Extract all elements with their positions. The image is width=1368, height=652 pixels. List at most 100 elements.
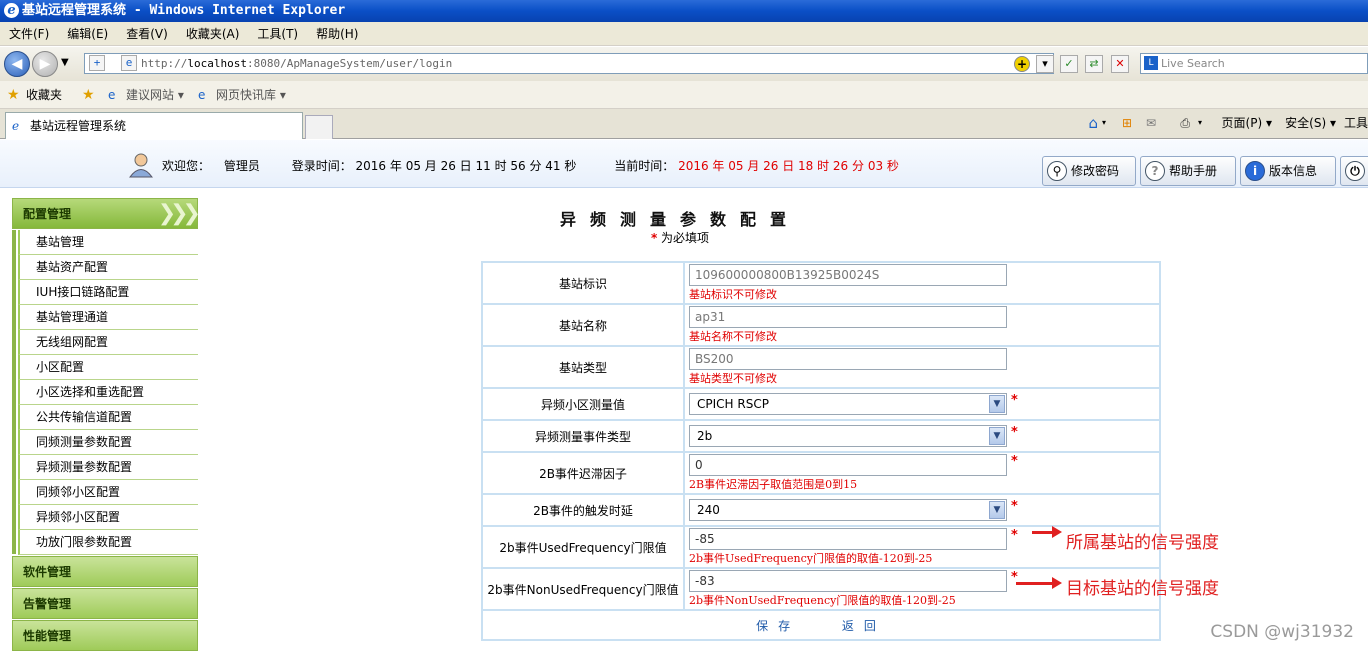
sidebar-section-alarm[interactable]: 告警管理 (12, 588, 198, 619)
history-dropdown-icon[interactable]: ▼ (61, 57, 69, 68)
rss-check-icon[interactable]: ✓ (1060, 55, 1078, 73)
mail-icon[interactable]: ✉ (1146, 109, 1156, 137)
field-label: 基站标识 (481, 261, 685, 305)
sidebar-section-software[interactable]: 软件管理 (12, 556, 198, 587)
measure-quantity-select[interactable]: CPICH RSCP ▼ (689, 393, 1007, 415)
home-icon[interactable]: ⌂ (1088, 109, 1098, 137)
welcome-label: 欢迎您： (162, 159, 211, 173)
window-title: 基站远程管理系统 - Windows Internet Explorer (22, 3, 346, 18)
feeds-icon[interactable]: ⊞ (1122, 109, 1132, 137)
sidebar-item[interactable]: 公共传输信道配置 (18, 405, 198, 430)
sidebar-item[interactable]: 同频邻小区配置 (18, 480, 198, 505)
field-label: 2b事件NonUsedFrequency门限值 (481, 567, 685, 611)
favorites-bar: ★ 收藏夹 ★ e 建议网站 ▾ e 网页快讯库 ▾ (0, 81, 1368, 109)
nonused-threshold-input[interactable]: -83 (689, 570, 1007, 592)
ie-tab-icon: e (12, 119, 20, 133)
annotation-used: 所属基站的信号强度 (1066, 533, 1219, 553)
trigger-time-select[interactable]: 240 ▼ (689, 499, 1007, 521)
menu-view[interactable]: 查看(V) (117, 22, 177, 46)
favorites-button[interactable]: 收藏夹 (26, 81, 62, 109)
user-avatar-icon (129, 153, 153, 178)
required-star: * (1011, 528, 1018, 543)
menu-edit[interactable]: 编辑(E) (58, 22, 117, 46)
suggested-sites-link[interactable]: 建议网站 ▾ (126, 81, 184, 109)
help-manual-button[interactable]: ? 帮助手册 (1140, 156, 1236, 186)
refresh-icon[interactable]: ⇄ (1085, 55, 1103, 73)
event-type-select[interactable]: 2b ▼ (689, 425, 1007, 447)
address-bar-row: ◀ ▶ ▼ + e http://localhost:8080/ApManage… (0, 47, 1368, 81)
add-icon: + (89, 55, 105, 71)
tab-bar: e 基站远程管理系统 ⌂ ▾ ⊞ ✉ ⎙ ▾ 页面(P) ▾ 安全(S) ▾ 工… (0, 109, 1368, 139)
compat-icon[interactable]: + (1014, 56, 1030, 72)
login-time-label: 登录时间： (291, 159, 352, 173)
logout-button[interactable]: ⏻ (1340, 156, 1368, 186)
save-button[interactable]: 保存 (756, 619, 800, 633)
login-time: 2016 年 05 月 26 日 11 时 56 分 41 秒 (355, 159, 577, 173)
back-button[interactable]: ◀ (4, 51, 30, 77)
new-tab-button[interactable] (305, 115, 333, 139)
page-menu[interactable]: 页面(P) ▾ (1222, 109, 1272, 137)
chevron-right-icon: ❯❯❯ (157, 201, 201, 226)
sidebar-item[interactable]: 基站资产配置 (18, 255, 198, 280)
sidebar-section-config[interactable]: 配置管理 ❯❯❯ (12, 198, 201, 229)
help-manual-label: 帮助手册 (1169, 164, 1218, 178)
print-icon[interactable]: ⎙ (1180, 109, 1190, 137)
sidebar-item[interactable]: 无线组网配置 (18, 330, 198, 355)
sidebar-section-label: 性能管理 (23, 629, 72, 643)
tab-current[interactable]: e 基站远程管理系统 (5, 112, 303, 139)
sidebar-item[interactable]: IUH接口链路配置 (18, 280, 198, 305)
forward-button[interactable]: ▶ (32, 51, 58, 77)
page-title: 异频测量参数配置 (559, 210, 800, 229)
print-dropdown-icon[interactable]: ▾ (1198, 109, 1202, 137)
menu-favorites[interactable]: 收藏夹(A) (177, 22, 249, 46)
back-button[interactable]: 返回 (842, 619, 886, 633)
used-threshold-input[interactable]: -85 (689, 528, 1007, 550)
version-info-button[interactable]: i 版本信息 (1240, 156, 1336, 186)
hysteresis-error: 2B事件迟滞因子取值范围是0到15 (689, 478, 858, 491)
sidebar-item[interactable]: 同频测量参数配置 (18, 430, 198, 455)
menu-bar: 文件(F) 编辑(E) 查看(V) 收藏夹(A) 工具(T) 帮助(H) (0, 22, 1368, 46)
address-dropdown-icon[interactable]: ▾ (1036, 55, 1054, 73)
sidebar-section-label: 软件管理 (23, 565, 72, 579)
power-icon: ⏻ (1345, 161, 1365, 181)
form-row-bs-id: 基站标识 109600000800B13925B0024S 基站标识不可修改 (481, 261, 1161, 305)
bs-id-input[interactable]: 109600000800B13925B0024S (689, 264, 1007, 286)
annotation-arrow-icon (1016, 577, 1062, 589)
menu-help[interactable]: 帮助(H) (307, 22, 367, 46)
address-input[interactable]: + e http://localhost:8080/ApManageSystem… (84, 53, 1054, 74)
form-row-event-type: 异频测量事件类型 2b ▼ * (481, 419, 1161, 453)
change-password-button[interactable]: ⚲ 修改密码 (1042, 156, 1136, 186)
sidebar-item[interactable]: 基站管理通道 (18, 305, 198, 330)
menu-file[interactable]: 文件(F) (0, 22, 58, 46)
required-star: * (1011, 425, 1018, 440)
web-slice-gallery-link[interactable]: 网页快讯库 ▾ (216, 81, 286, 109)
annotation-nonused: 目标基站的信号强度 (1066, 579, 1219, 599)
sidebar-item[interactable]: 基站管理 (18, 230, 198, 255)
bs-name-error: 基站名称不可修改 (689, 330, 777, 343)
form-row-nonused-threshold: 2b事件NonUsedFrequency门限值 -83 2b事件NonUsedFr… (481, 567, 1161, 611)
required-note: * 为必填项 (202, 229, 1158, 246)
sidebar-item[interactable]: 小区配置 (18, 355, 198, 380)
hysteresis-input[interactable]: 0 (689, 454, 1007, 476)
add-favorite-icon[interactable]: ★ (82, 81, 95, 109)
select-value: CPICH RSCP (697, 397, 769, 411)
sidebar-item[interactable]: 小区选择和重选配置 (18, 380, 198, 405)
select-value: 2b (697, 429, 713, 443)
form-row-bs-type: 基站类型 BS200 基站类型不可修改 (481, 345, 1161, 389)
home-dropdown-icon[interactable]: ▾ (1102, 109, 1106, 137)
safety-menu[interactable]: 安全(S) ▾ (1285, 109, 1336, 137)
sidebar-section-performance[interactable]: 性能管理 (12, 620, 198, 651)
sidebar-item[interactable]: 异频测量参数配置 (18, 455, 198, 480)
version-info-label: 版本信息 (1269, 164, 1318, 178)
tools-menu[interactable]: 工具 (1344, 109, 1368, 137)
sidebar-item[interactable]: 功放门限参数配置 (18, 530, 198, 555)
sidebar-item[interactable]: 异频邻小区配置 (18, 505, 198, 530)
search-input[interactable]: L Live Search (1140, 53, 1368, 74)
bs-name-input[interactable]: ap31 (689, 306, 1007, 328)
stop-icon[interactable]: ✕ (1111, 55, 1129, 73)
menu-tools[interactable]: 工具(T) (248, 22, 307, 46)
key-icon: ⚲ (1047, 161, 1067, 181)
url-host: localhost (187, 57, 247, 70)
live-search-icon: L (1144, 56, 1158, 70)
bs-type-input[interactable]: BS200 (689, 348, 1007, 370)
